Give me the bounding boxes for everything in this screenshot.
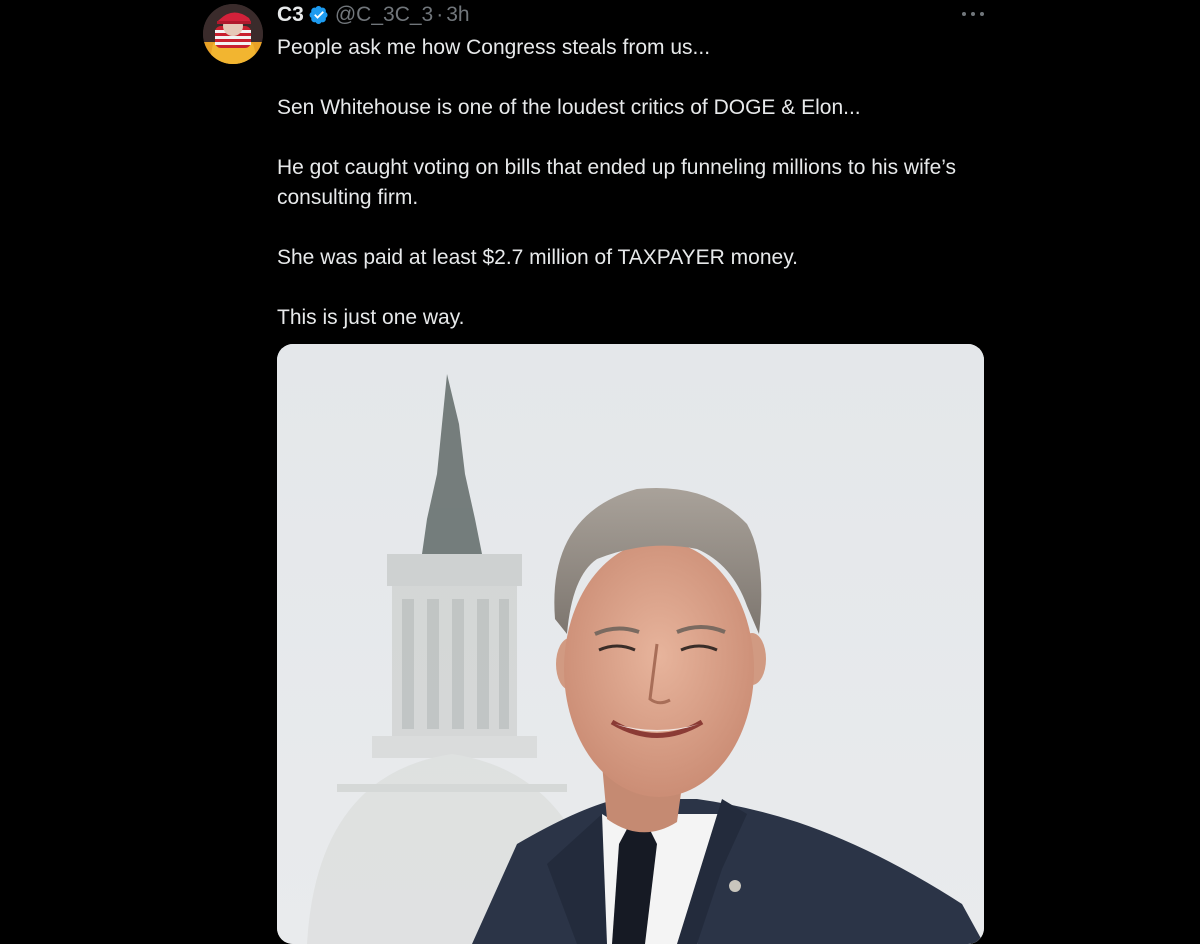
tweet-paragraph: Sen Whitehouse is one of the loudest cri…	[277, 96, 861, 119]
tweet-paragraph: He got caught voting on bills that ended…	[277, 156, 957, 209]
display-name[interactable]: C3	[277, 3, 304, 27]
tweet-header: C3 @C_3C_3 · 3h	[277, 2, 470, 28]
senator-portrait-image	[277, 344, 984, 944]
header-separator: ·	[436, 3, 444, 26]
tweet-text: People ask me how Congress steals from u…	[277, 33, 957, 333]
tweet-paragraph: This is just one way.	[277, 306, 465, 329]
tweet-paragraph: She was paid at least $2.7 million of TA…	[277, 246, 798, 269]
more-options-icon	[962, 12, 984, 16]
tweet-photo[interactable]	[277, 344, 984, 944]
profile-avatar-icon	[203, 4, 263, 64]
verified-badge-icon	[309, 5, 329, 25]
tweet: C3 @C_3C_3 · 3h People ask me how Congre…	[0, 0, 1200, 944]
profile-avatar[interactable]	[203, 4, 263, 64]
author-handle[interactable]: @C_3C_3	[335, 3, 433, 27]
post-timestamp[interactable]: 3h	[446, 3, 469, 27]
more-options-button[interactable]	[956, 2, 990, 26]
tweet-paragraph: People ask me how Congress steals from u…	[277, 36, 711, 59]
